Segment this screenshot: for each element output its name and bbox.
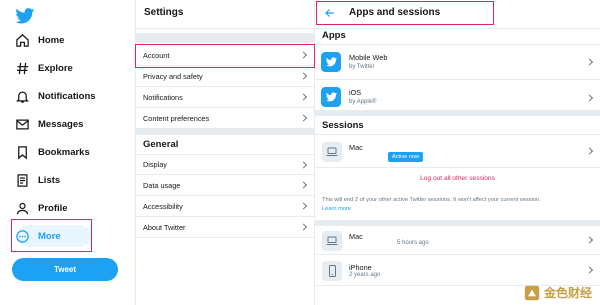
bell-icon bbox=[15, 91, 30, 103]
primary-nav: Home Explore Notifications Messages Book… bbox=[0, 0, 135, 305]
session-row-mac[interactable]: Mac 5 hours ago bbox=[315, 226, 600, 255]
nav-item-label: Notifications bbox=[38, 90, 96, 102]
account-annotation-box bbox=[135, 44, 315, 68]
nav-item-messages[interactable]: Messages bbox=[15, 114, 83, 134]
chevron-right-icon bbox=[585, 147, 594, 155]
divider bbox=[136, 28, 314, 29]
settings-item-label: Notifications bbox=[143, 92, 183, 102]
nav-item-label: Profile bbox=[38, 202, 68, 214]
settings-item-label: Data usage bbox=[143, 180, 181, 190]
watermark: 金色财经 bbox=[524, 284, 592, 301]
chevron-right-icon bbox=[299, 114, 308, 122]
chevron-right-icon bbox=[299, 72, 308, 80]
settings-item-label: Display bbox=[143, 160, 167, 169]
watermark-logo-icon bbox=[524, 285, 540, 300]
settings-item-data-usage[interactable]: Data usage bbox=[136, 175, 314, 196]
home-icon bbox=[16, 33, 29, 47]
envelope-icon bbox=[16, 119, 29, 129]
title-annotation-box bbox=[316, 1, 494, 25]
nav-item-explore[interactable]: Explore bbox=[15, 58, 73, 78]
chevron-right-icon bbox=[299, 202, 308, 210]
session-device: Mac bbox=[349, 143, 363, 152]
chevron-right-icon bbox=[585, 58, 594, 66]
app-row-mobile-web[interactable]: Mobile Web by Twitter bbox=[315, 44, 600, 80]
tweet-button[interactable]: Tweet bbox=[12, 258, 118, 281]
section-heading-sessions: Sessions bbox=[322, 120, 364, 131]
chevron-right-icon bbox=[299, 223, 308, 231]
sessions-note-text: This will end 2 of your other active Twi… bbox=[322, 197, 541, 203]
section-heading-general: General bbox=[143, 139, 179, 150]
watermark-text: 金色财经 bbox=[543, 286, 592, 300]
phone-icon bbox=[322, 261, 342, 281]
divider bbox=[136, 33, 314, 43]
chevron-right-icon bbox=[299, 93, 308, 101]
session-row-current[interactable]: Mac Active now bbox=[315, 134, 600, 168]
chevron-right-icon bbox=[299, 181, 308, 189]
nav-item-lists[interactable]: Lists bbox=[15, 170, 60, 190]
chevron-right-icon bbox=[585, 266, 594, 274]
logout-all-button[interactable]: Log out all other sessions bbox=[315, 175, 600, 182]
settings-item-about[interactable]: About Twitter bbox=[136, 217, 314, 238]
app-name: Mobile Web bbox=[349, 53, 388, 62]
app-publisher: by Twitter bbox=[349, 64, 375, 70]
nav-item-bookmarks[interactable]: Bookmarks bbox=[15, 142, 90, 162]
twitter-bird-icon bbox=[321, 87, 341, 107]
learn-more-link[interactable]: Learn more bbox=[322, 206, 351, 212]
app-name: iOS bbox=[349, 88, 362, 97]
session-device: Mac bbox=[349, 232, 363, 241]
settings-item-label: Accessibility bbox=[143, 201, 183, 211]
session-device: iPhone bbox=[349, 263, 372, 272]
chevron-right-icon bbox=[299, 160, 308, 169]
nav-item-home[interactable]: Home bbox=[15, 30, 64, 50]
nav-item-label: Bookmarks bbox=[38, 146, 90, 158]
nav-item-profile[interactable]: Profile bbox=[15, 198, 68, 218]
hashtag-icon bbox=[16, 62, 29, 74]
divider bbox=[315, 28, 600, 29]
settings-item-label: Privacy and safety bbox=[143, 71, 203, 81]
twitter-bird-icon bbox=[321, 52, 341, 72]
settings-item-notifications[interactable]: Notifications bbox=[136, 87, 314, 108]
settings-item-privacy[interactable]: Privacy and safety bbox=[136, 66, 314, 87]
status-badge: Active now bbox=[388, 152, 424, 162]
settings-panel: Settings Account Privacy and safety Noti… bbox=[135, 0, 315, 305]
settings-item-label: About Twitter bbox=[143, 222, 186, 232]
settings-item-label: Content preferences bbox=[143, 113, 210, 123]
nav-item-label: Home bbox=[38, 34, 65, 46]
sessions-note: This will end 2 of your other active Twi… bbox=[322, 196, 594, 214]
settings-item-content[interactable]: Content preferences bbox=[136, 108, 314, 129]
settings-item-display[interactable]: Display bbox=[136, 154, 314, 175]
session-row-iphone[interactable]: iPhone 2 years ago bbox=[315, 255, 600, 286]
nav-item-label: Messages bbox=[38, 118, 84, 130]
settings-title: Settings bbox=[144, 7, 184, 18]
chevron-right-icon bbox=[585, 236, 594, 244]
bookmark-icon bbox=[18, 145, 27, 159]
app-publisher: by Apple® bbox=[349, 99, 377, 105]
section-heading-apps: Apps bbox=[322, 30, 346, 41]
divider bbox=[315, 110, 600, 116]
laptop-icon bbox=[322, 231, 342, 251]
apps-sessions-panel: Apps and sessions Apps Mobile Web by Twi… bbox=[315, 0, 600, 305]
session-time: 2 years ago bbox=[349, 272, 381, 278]
nav-item-notifications[interactable]: Notifications bbox=[15, 86, 96, 106]
nav-item-label: Explore bbox=[38, 62, 73, 74]
laptop-icon bbox=[322, 142, 342, 162]
list-icon bbox=[17, 173, 28, 187]
divider bbox=[136, 129, 314, 135]
nav-item-label: Lists bbox=[38, 174, 61, 186]
twitter-logo-icon[interactable] bbox=[15, 8, 35, 24]
more-annotation-box bbox=[11, 219, 92, 252]
person-icon bbox=[16, 202, 29, 214]
chevron-right-icon bbox=[585, 93, 594, 102]
session-time: 5 hours ago bbox=[397, 240, 429, 246]
settings-item-accessibility[interactable]: Accessibility bbox=[136, 196, 314, 217]
